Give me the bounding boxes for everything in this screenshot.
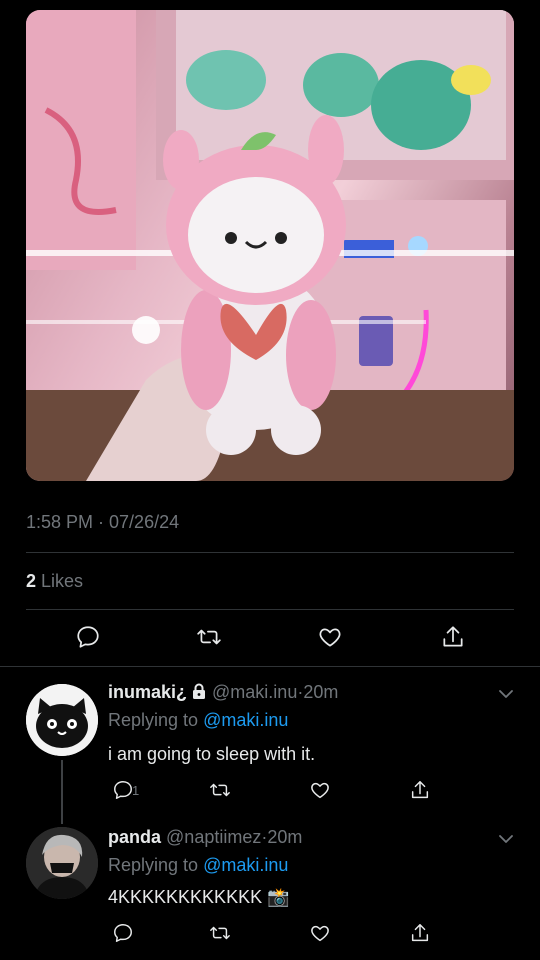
share-button[interactable] xyxy=(405,918,435,948)
retweet-icon xyxy=(210,926,230,940)
reply-author-handle[interactable]: @maki.inu xyxy=(212,682,297,702)
retweet-icon xyxy=(197,629,221,645)
reply-author-name[interactable]: inumaki¿ xyxy=(108,682,187,702)
like-icon xyxy=(319,628,341,647)
like-button[interactable] xyxy=(315,622,345,652)
replying-to: Replying to @maki.inu xyxy=(108,855,288,876)
reply-button[interactable] xyxy=(73,622,103,652)
reply-author-handle[interactable]: @naptiimez xyxy=(166,827,261,847)
reply-text: i am going to sleep with it. xyxy=(108,744,316,764)
reply-icon xyxy=(114,781,132,799)
like-button[interactable] xyxy=(305,775,335,805)
reply-button[interactable] xyxy=(108,918,138,948)
divider xyxy=(26,552,514,553)
reply-button[interactable]: 1 xyxy=(108,775,140,805)
divider xyxy=(26,609,514,610)
reply-header: inumaki¿ @maki.inu·20m xyxy=(108,682,338,703)
share-button[interactable] xyxy=(438,622,468,652)
reply-text: 4KKKKKKKKKKKK 📸 xyxy=(108,887,290,907)
cat-avatar-icon xyxy=(26,684,98,756)
share-icon xyxy=(411,781,429,799)
tweet-action-bar xyxy=(0,622,540,662)
reply-time[interactable]: 20m xyxy=(267,827,302,847)
avatar[interactable] xyxy=(26,827,98,899)
replying-to: Replying to @maki.inu xyxy=(108,710,288,731)
reply-time[interactable]: 20m xyxy=(303,682,338,702)
share-button[interactable] xyxy=(405,775,435,805)
reply-action-bar: 1 xyxy=(0,775,540,805)
share-icon xyxy=(443,626,463,647)
like-icon xyxy=(311,925,329,942)
likes-count[interactable]: 2 Likes xyxy=(26,571,83,592)
retweet-icon xyxy=(210,783,230,797)
chevron-down-icon[interactable] xyxy=(496,829,516,849)
retweet-button[interactable] xyxy=(194,622,224,652)
like-icon xyxy=(311,782,329,799)
reply-action-bar xyxy=(0,918,540,948)
likes-label: Likes xyxy=(41,571,84,591)
avatar[interactable] xyxy=(26,684,98,756)
divider xyxy=(0,666,540,667)
like-button[interactable] xyxy=(305,918,335,948)
replying-prefix: Replying to xyxy=(108,710,199,730)
tweet-timestamp[interactable]: 1:58 PM · 07/26/24 xyxy=(26,512,179,533)
replying-prefix: Replying to xyxy=(108,855,199,875)
replying-mention-link[interactable]: @maki.inu xyxy=(203,855,288,875)
retweet-button[interactable] xyxy=(205,775,235,805)
reply-author-name[interactable]: panda xyxy=(108,827,161,847)
reply-icon xyxy=(114,924,132,942)
tweet-photo[interactable] xyxy=(26,10,514,481)
plush-photo-illustration xyxy=(26,10,514,481)
person-avatar-icon xyxy=(26,827,98,899)
lock-icon xyxy=(193,683,206,699)
retweet-button[interactable] xyxy=(205,918,235,948)
reply-icon xyxy=(77,626,99,648)
likes-number: 2 xyxy=(26,571,37,591)
reply-count: 1 xyxy=(132,783,140,798)
share-icon xyxy=(411,924,429,942)
replying-mention-link[interactable]: @maki.inu xyxy=(203,710,288,730)
reply-header: panda @naptiimez·20m xyxy=(108,827,302,848)
chevron-down-icon[interactable] xyxy=(496,684,516,704)
